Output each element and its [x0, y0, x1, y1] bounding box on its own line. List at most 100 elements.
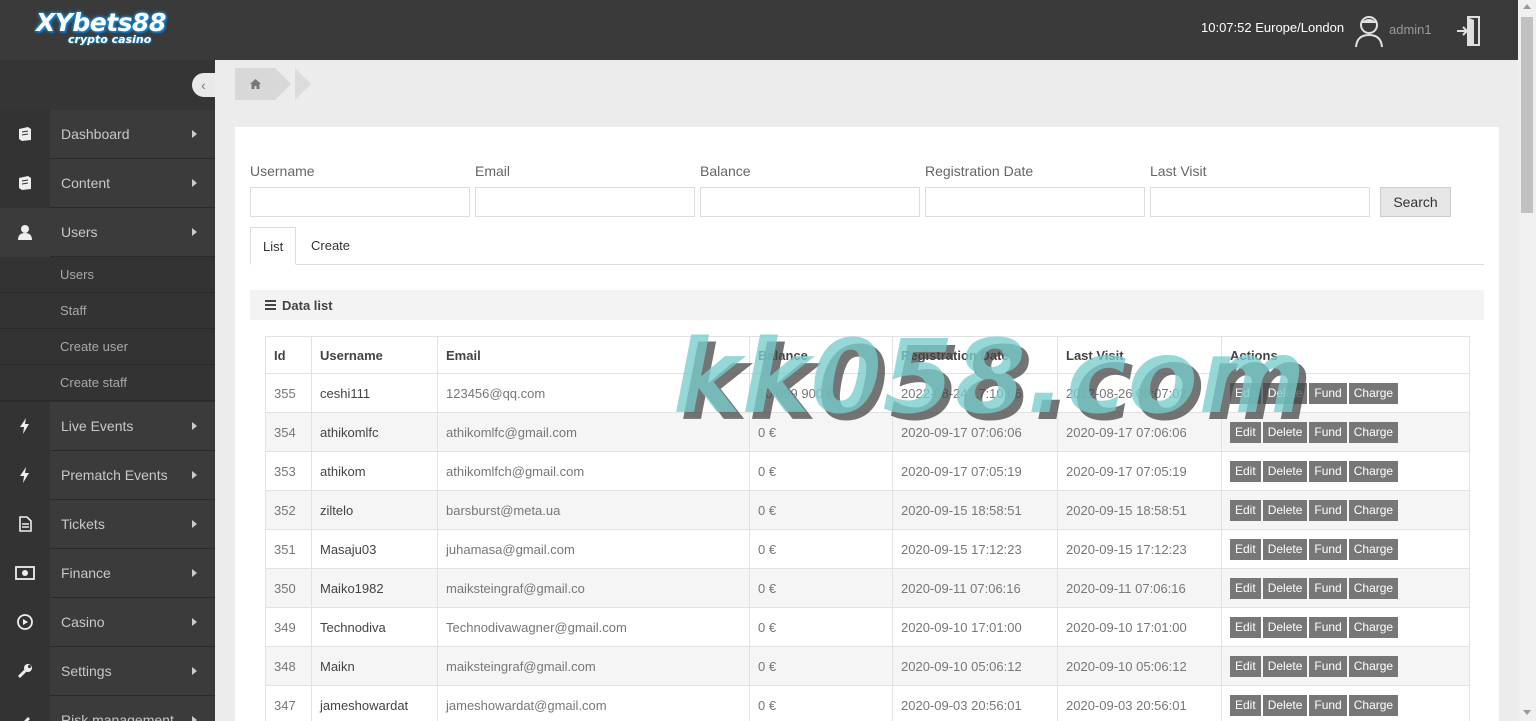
wrench-icon	[17, 664, 32, 679]
sidebar-item-label: Prematch Events	[61, 467, 168, 483]
column-header-registration-date[interactable]: Registration Date	[892, 336, 1058, 374]
submenu-item-create-staff[interactable]: Create staff	[0, 365, 215, 401]
delete-button[interactable]: Delete	[1262, 655, 1308, 677]
balance-filter-input[interactable]	[700, 187, 920, 217]
delete-button[interactable]: Delete	[1262, 382, 1308, 404]
logo[interactable]: XYbets88 crypto casino	[36, 8, 186, 48]
edit-button[interactable]: Edit	[1230, 577, 1261, 599]
edit-button[interactable]: Edit	[1230, 460, 1261, 482]
chevron-right-icon	[192, 422, 197, 430]
sidebar-item-prematch-events[interactable]: Prematch Events	[0, 450, 215, 500]
cell-balance: 0 €	[749, 646, 893, 686]
sidebar-item-tickets[interactable]: Tickets	[0, 499, 215, 549]
cell-last-visit: 2020-09-17 07:06:06	[1057, 412, 1222, 452]
sidebar-item-finance[interactable]: Finance	[0, 548, 215, 598]
logout-icon[interactable]	[1455, 14, 1483, 48]
charge-button[interactable]: Charge	[1348, 616, 1399, 638]
sidebar-item-risk-management[interactable]: Risk management	[0, 695, 215, 721]
sidebar-item-casino[interactable]: Casino	[0, 597, 215, 647]
cell-balance: 0 €	[749, 412, 893, 452]
cell-actions: Edit Delete Fund Charge	[1221, 685, 1470, 721]
edit-button[interactable]: Edit	[1230, 694, 1261, 716]
cell-balance: 0 €	[749, 568, 893, 608]
delete-button[interactable]: Delete	[1262, 460, 1308, 482]
tab-create[interactable]: Create	[299, 227, 362, 265]
search-button[interactable]: Search	[1380, 187, 1451, 217]
table-header-row: Id Username Email Balance Registration D…	[265, 336, 1470, 374]
edit-button[interactable]: Edit	[1230, 421, 1261, 443]
delete-button[interactable]: Delete	[1262, 499, 1308, 521]
charge-button[interactable]: Charge	[1348, 694, 1399, 716]
delete-button[interactable]: Delete	[1262, 616, 1308, 638]
fund-button[interactable]: Fund	[1309, 460, 1347, 482]
page-scrollbar[interactable]	[1518, 0, 1536, 721]
fund-button[interactable]: Fund	[1309, 538, 1347, 560]
edit-button[interactable]: Edit	[1230, 382, 1261, 404]
cell-actions: Edit Delete Fund Charge	[1221, 646, 1470, 686]
last-visit-filter-input[interactable]	[1150, 187, 1370, 217]
email-filter-input[interactable]	[475, 187, 695, 217]
cell-email: maiksteingraf@gmail.co	[437, 568, 750, 608]
fund-button[interactable]: Fund	[1309, 694, 1347, 716]
tab-list[interactable]: List	[250, 227, 297, 265]
scroll-down-arrow-icon[interactable]	[1523, 710, 1531, 715]
cell-last-visit: 2020-09-17 07:05:19	[1057, 451, 1222, 491]
cell-balance: 0 €	[749, 685, 893, 721]
fund-button[interactable]: Fund	[1309, 499, 1347, 521]
fund-button[interactable]: Fund	[1309, 655, 1347, 677]
registration-date-filter-input[interactable]	[925, 187, 1145, 217]
column-header-last-visit[interactable]: Last Visit	[1057, 336, 1222, 374]
sidebar-item-users[interactable]: Users	[0, 207, 215, 257]
fund-button[interactable]: Fund	[1309, 616, 1347, 638]
sidebar-item-content[interactable]: Content	[0, 158, 215, 208]
column-header-username[interactable]: Username	[311, 336, 438, 374]
sidebar-item-label: Dashboard	[61, 126, 130, 142]
sidebar-item-live-events[interactable]: Live Events	[0, 401, 215, 451]
edit-button[interactable]: Edit	[1230, 616, 1261, 638]
user-name[interactable]: admin1	[1389, 22, 1432, 37]
last-visit-filter-label: Last Visit	[1150, 163, 1207, 179]
sidebar-item-settings[interactable]: Settings	[0, 646, 215, 696]
charge-button[interactable]: Charge	[1348, 538, 1399, 560]
cell-email: juhamasa@gmail.com	[437, 529, 750, 569]
breadcrumb-home[interactable]	[235, 68, 291, 100]
money-icon	[15, 566, 35, 580]
column-header-balance[interactable]: Balance	[749, 336, 893, 374]
username-filter-input[interactable]	[250, 187, 470, 217]
charge-button[interactable]: Charge	[1348, 499, 1399, 521]
charge-button[interactable]: Charge	[1348, 577, 1399, 599]
sidebar-item-dashboard[interactable]: Dashboard	[0, 109, 215, 159]
charge-button[interactable]: Charge	[1348, 460, 1399, 482]
cell-balance: 0 €	[749, 607, 893, 647]
data-list-header: Data list	[250, 290, 1484, 320]
cell-email: maiksteingraf@gmail.com	[437, 646, 750, 686]
column-header-email[interactable]: Email	[437, 336, 750, 374]
charge-button[interactable]: Charge	[1348, 655, 1399, 677]
fund-button[interactable]: Fund	[1309, 382, 1347, 404]
edit-button[interactable]: Edit	[1230, 499, 1261, 521]
user-avatar-icon[interactable]	[1354, 14, 1384, 48]
edit-button[interactable]: Edit	[1230, 538, 1261, 560]
submenu-item-staff[interactable]: Staff	[0, 293, 215, 329]
column-header-id[interactable]: Id	[265, 336, 312, 374]
sidebar-collapse-button[interactable]: ‹	[192, 73, 215, 97]
charge-button[interactable]: Charge	[1348, 421, 1399, 443]
delete-button[interactable]: Delete	[1262, 694, 1308, 716]
submenu-item-users[interactable]: Users	[0, 257, 215, 293]
logo-subtitle: crypto casino	[68, 33, 152, 46]
charge-button[interactable]: Charge	[1348, 382, 1399, 404]
cell-id: 347	[265, 685, 312, 721]
submenu-item-create-user[interactable]: Create user	[0, 329, 215, 365]
fund-button[interactable]: Fund	[1309, 577, 1347, 599]
scroll-up-arrow-icon[interactable]	[1523, 4, 1531, 9]
edit-button[interactable]: Edit	[1230, 655, 1261, 677]
fund-button[interactable]: Fund	[1309, 421, 1347, 443]
cell-actions: Edit Delete Fund Charge	[1221, 451, 1470, 491]
cell-id: 351	[265, 529, 312, 569]
delete-button[interactable]: Delete	[1262, 577, 1308, 599]
registration-date-filter-label: Registration Date	[925, 163, 1034, 179]
delete-button[interactable]: Delete	[1262, 421, 1308, 443]
cell-last-visit: 2020-09-10 05:06:12	[1057, 646, 1222, 686]
scrollbar-thumb[interactable]	[1521, 17, 1533, 213]
delete-button[interactable]: Delete	[1262, 538, 1308, 560]
